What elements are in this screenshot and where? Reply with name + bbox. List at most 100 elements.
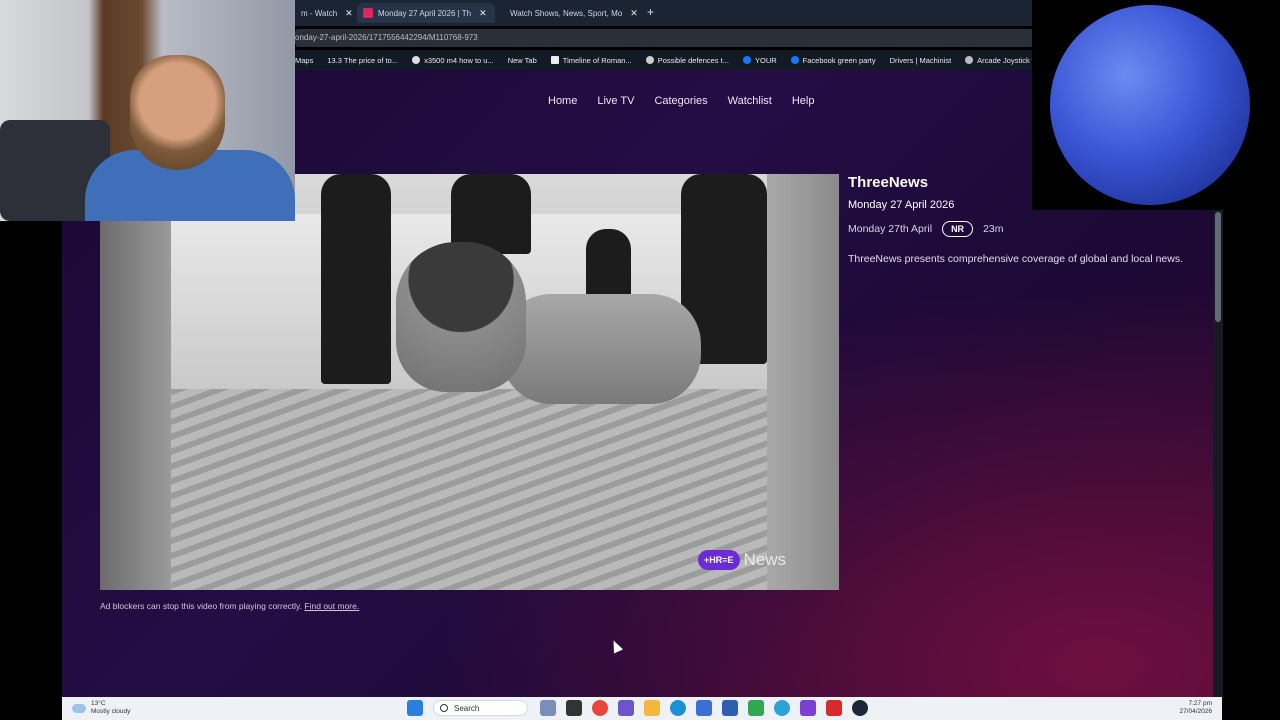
task-view-icon[interactable] (540, 700, 556, 716)
tab-label: m - Watch (301, 8, 338, 18)
site-favicon-icon (363, 8, 373, 18)
weather-widget[interactable]: 13°C Mostly cloudy (72, 700, 130, 716)
steam-icon[interactable] (852, 700, 868, 716)
video-scene-floor (171, 389, 767, 590)
bookmark-item[interactable]: Arcade Joystick w (965, 56, 1037, 65)
nav-help[interactable]: Help (792, 95, 815, 107)
close-icon[interactable]: ✕ (345, 8, 353, 19)
bookmark-label: New Tab (507, 55, 537, 65)
close-icon[interactable]: ✕ (479, 8, 487, 19)
weather-temp: 13°C (91, 700, 106, 707)
episode-description: ThreeNews presents comprehensive coverag… (848, 253, 1184, 265)
page-scrollbar[interactable] (1213, 210, 1223, 697)
bookmark-label: Drivers | Machinist (889, 55, 952, 65)
wikipedia-icon (550, 56, 559, 64)
facebook-icon (742, 56, 751, 64)
windows-start-icon[interactable] (407, 700, 423, 716)
chrome-icon[interactable] (592, 700, 608, 716)
bookmark-item[interactable]: YOUR (742, 55, 777, 65)
video-frame (171, 174, 767, 590)
facebook-icon (790, 56, 799, 64)
search-icon (440, 704, 448, 712)
webcam-person-head (130, 55, 225, 170)
file-explorer-icon[interactable] (644, 700, 660, 716)
three-news-logo: +HR=E News (698, 550, 786, 570)
bookmark-label: YOUR (754, 55, 777, 65)
edge-icon[interactable] (670, 700, 686, 716)
bookmark-label: x3500 m4 how to u... (424, 55, 494, 65)
app-icon[interactable] (618, 700, 634, 716)
browser-tab[interactable]: Watch Shows, News, Sport, Mo ✕ (499, 3, 641, 23)
address-bar[interactable]: onday-27-april-2026/1717556442294/M11076… (295, 29, 1032, 47)
planet-overlay (1032, 0, 1280, 210)
bookmark-label: Arcade Joystick w (977, 55, 1038, 65)
bookmark-icon (412, 56, 421, 64)
air-date: Monday 27th April (848, 223, 933, 235)
bookmark-item[interactable]: Timeline of Roman... (550, 55, 632, 65)
nav-home[interactable]: Home (548, 95, 577, 107)
bookmark-label: Facebook green party (802, 55, 876, 65)
webcam-overlay (0, 0, 295, 221)
taskbar-clock[interactable]: 7:27 pm 27/04/2026 (1179, 700, 1212, 716)
neptune-planet-image (1050, 5, 1250, 205)
weather-desc: Mostly cloudy (91, 708, 131, 715)
bookmark-label: Maps (295, 55, 314, 65)
video-scene-person (501, 294, 701, 404)
mail-icon[interactable] (696, 700, 712, 716)
video-blur-left (100, 174, 171, 590)
bookmarks-bar: Maps 13.3 The price of to... x3500 m4 ho… (295, 50, 1037, 70)
episode-meta: Monday 27th April NR 23m (848, 221, 1208, 237)
browser-tab[interactable]: m - Watch ✕ (295, 3, 355, 23)
joystick-icon (965, 56, 974, 64)
taskbar-apps: Search (407, 700, 878, 716)
bookmark-item[interactable]: New Tab (508, 56, 537, 65)
clock-date: 27/04/2026 (1179, 708, 1212, 715)
cloud-icon (72, 703, 86, 713)
video-blur-right (767, 174, 839, 590)
bookmark-label: Possible defences t... (657, 55, 729, 65)
video-scene-person-head (396, 242, 526, 392)
ad-note-text: Ad blockers can stop this video from pla… (100, 601, 303, 611)
bookmark-item[interactable]: Maps (295, 56, 313, 65)
app-icon[interactable] (826, 700, 842, 716)
rating-badge: NR (942, 221, 974, 237)
bookmark-item[interactable]: 13.3 The price of to... (327, 56, 398, 65)
store-icon[interactable] (722, 700, 738, 716)
bookmark-icon (645, 56, 654, 64)
app-icon[interactable] (800, 700, 816, 716)
ad-blocker-note: Ad blockers can stop this video from pla… (100, 601, 359, 611)
right-black-strip (1222, 210, 1280, 720)
taskbar-search[interactable]: Search (433, 700, 528, 716)
bookmark-item[interactable]: Drivers | Machinist (890, 56, 952, 65)
screen: m - Watch ✕ Monday 27 April 2026 | Th ✕ … (0, 0, 1280, 720)
nav-live-tv[interactable]: Live TV (597, 95, 634, 107)
new-tab-button[interactable]: + (647, 5, 654, 19)
logo-pill: +HR=E (698, 550, 740, 570)
bookmark-label: Timeline of Roman... (562, 55, 632, 65)
nav-categories[interactable]: Categories (654, 95, 707, 107)
bookmark-item[interactable]: Possible defences t... (645, 55, 729, 65)
video-player[interactable]: +HR=E News (100, 174, 839, 590)
tab-label: Watch Shows, News, Sport, Mo (510, 8, 623, 18)
bookmark-label: 13.3 The price of to... (327, 55, 399, 65)
bookmark-item[interactable]: x3500 m4 how to u... (412, 56, 494, 65)
telegram-icon[interactable] (774, 700, 790, 716)
xbox-icon[interactable] (748, 700, 764, 716)
browser-tab-bar: m - Watch ✕ Monday 27 April 2026 | Th ✕ … (295, 0, 1032, 26)
browser-tab-active[interactable]: Monday 27 April 2026 | Th ✕ (357, 3, 495, 23)
duration: 23m (983, 223, 1004, 235)
windows-taskbar: 13°C Mostly cloudy Search 7:27 pm 27/04/… (62, 697, 1222, 720)
weather-text: 13°C Mostly cloudy (91, 700, 130, 716)
main-nav: Home Live TV Categories Watchlist Help (548, 95, 834, 107)
logo-text: News (743, 550, 787, 569)
search-label: Search (454, 703, 480, 713)
terminal-icon[interactable] (566, 700, 582, 716)
url-text: onday-27-april-2026/1717556442294/M11076… (295, 33, 478, 42)
clock-time: 7:27 pm (1188, 700, 1213, 707)
bookmark-item[interactable]: Facebook green party (790, 55, 876, 65)
nav-watchlist[interactable]: Watchlist (728, 95, 772, 107)
close-icon[interactable]: ✕ (630, 8, 638, 19)
scrollbar-thumb[interactable] (1215, 212, 1221, 322)
find-out-more-link[interactable]: Find out more. (304, 601, 359, 611)
tab-label: Monday 27 April 2026 | Th (378, 8, 472, 18)
